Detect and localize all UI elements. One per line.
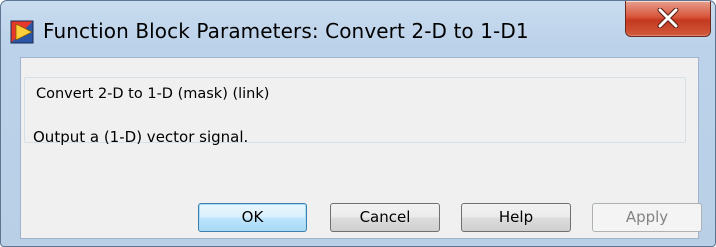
help-button[interactable]: Help (461, 203, 571, 232)
cancel-button[interactable]: Cancel (330, 203, 440, 232)
close-button[interactable] (625, 1, 711, 37)
window-title: Function Block Parameters: Convert 2-D t… (43, 19, 529, 43)
close-icon (656, 7, 680, 29)
dialog-client-area: Convert 2-D to 1-D (mask) (link) Output … (20, 57, 702, 239)
block-description: Output a (1-D) vector signal. (33, 128, 249, 146)
dialog-window: Function Block Parameters: Convert 2-D t… (0, 0, 716, 247)
apply-button[interactable]: Apply (592, 203, 702, 232)
group-title: Convert 2-D to 1-D (mask) (link) (33, 86, 273, 102)
block-description-group: Convert 2-D to 1-D (mask) (link) Output … (24, 77, 686, 146)
title-bar[interactable]: Function Block Parameters: Convert 2-D t… (1, 1, 715, 57)
ok-button[interactable]: OK (198, 203, 307, 232)
simulink-block-icon (10, 20, 34, 44)
